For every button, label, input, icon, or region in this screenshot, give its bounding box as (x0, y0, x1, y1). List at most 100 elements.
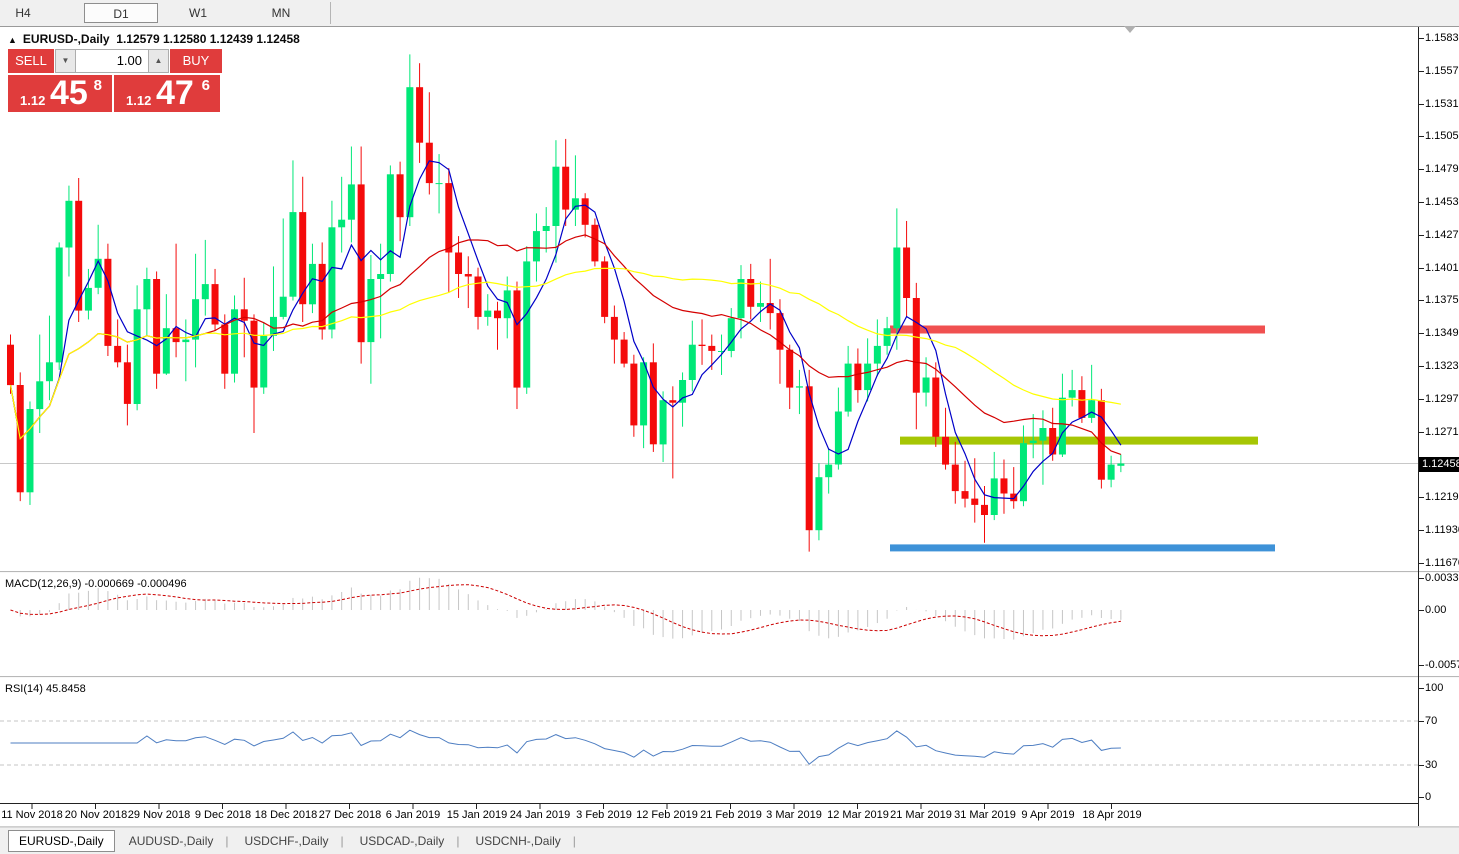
candle-down[interactable] (786, 350, 793, 388)
chart-canvas[interactable] (0, 0, 1459, 854)
candle-down[interactable] (251, 321, 258, 388)
candle-up[interactable] (815, 477, 822, 530)
chart-tab-usdcnh[interactable]: USDCNH-,Daily (465, 831, 570, 851)
candle-up[interactable] (36, 381, 43, 409)
candle-up[interactable] (436, 183, 443, 184)
candle-up[interactable] (679, 380, 686, 403)
candle-up[interactable] (835, 412, 842, 465)
candle-down[interactable] (669, 400, 676, 403)
candle-down[interactable] (114, 346, 121, 362)
candle-down[interactable] (445, 183, 452, 252)
candle-up[interactable] (572, 198, 579, 209)
candle-up[interactable] (923, 378, 930, 393)
candle-up[interactable] (484, 311, 491, 317)
candle-up[interactable] (377, 274, 384, 279)
volume-increase-button[interactable]: ▲ (148, 49, 169, 73)
timeframe-button-mn[interactable]: MN (258, 3, 304, 23)
candle-down[interactable] (971, 499, 978, 505)
candle-up[interactable] (192, 299, 199, 339)
candle-up[interactable] (260, 336, 267, 388)
chart-tab-audusd[interactable]: AUDUSD-,Daily (119, 831, 224, 851)
candle-down[interactable] (358, 184, 365, 342)
candle-down[interactable] (747, 279, 754, 307)
candle-down[interactable] (621, 340, 628, 364)
candle-up[interactable] (143, 279, 150, 309)
candle-down[interactable] (1049, 428, 1056, 455)
candle-down[interactable] (494, 311, 501, 319)
candle-down[interactable] (1078, 390, 1085, 418)
candle-down[interactable] (611, 317, 618, 340)
candle-down[interactable] (1000, 478, 1007, 493)
candle-down[interactable] (562, 167, 569, 210)
candle-up[interactable] (864, 364, 871, 391)
candle-down[interactable] (513, 290, 520, 387)
candle-down[interactable] (416, 87, 423, 143)
timeframe-button-d1[interactable]: D1 (84, 3, 158, 23)
candle-down[interactable] (942, 437, 949, 465)
candle-down[interactable] (241, 309, 248, 320)
candle-down[interactable] (854, 364, 861, 391)
candle-up[interactable] (182, 340, 189, 343)
candle-down[interactable] (582, 198, 589, 225)
candle-up[interactable] (523, 261, 530, 387)
candle-up[interactable] (280, 297, 287, 317)
candle-up[interactable] (309, 264, 316, 304)
macd-pane-divider[interactable] (0, 571, 1459, 573)
candle-up[interactable] (845, 364, 852, 412)
rsi-pane-divider[interactable] (0, 676, 1459, 678)
candle-down[interactable] (426, 143, 433, 183)
candle-up[interactable] (348, 184, 355, 219)
candle-up[interactable] (552, 167, 559, 226)
candle-up[interactable] (1088, 400, 1095, 418)
timeframe-button-w1[interactable]: W1 (180, 3, 216, 23)
candle-down[interactable] (455, 253, 462, 275)
candle-down[interactable] (465, 274, 472, 277)
candle-up[interactable] (95, 259, 102, 288)
volume-input[interactable]: 1.00 (76, 49, 148, 73)
candle-down[interactable] (221, 325, 228, 374)
level-band-support-blue[interactable] (890, 544, 1275, 551)
candle-up[interactable] (738, 279, 745, 318)
candle-up[interactable] (26, 409, 33, 492)
candle-up[interactable] (874, 346, 881, 364)
candle-down[interactable] (591, 225, 598, 262)
candle-down[interactable] (708, 346, 715, 351)
candle-down[interactable] (981, 505, 988, 515)
candle-down[interactable] (124, 362, 131, 404)
candle-up[interactable] (884, 328, 891, 346)
candle-down[interactable] (397, 174, 404, 217)
candle-down[interactable] (952, 465, 959, 492)
candle-up[interactable] (757, 303, 764, 307)
candle-up[interactable] (56, 248, 63, 363)
candle-up[interactable] (689, 345, 696, 380)
candle-up[interactable] (1059, 398, 1066, 455)
candle-up[interactable] (1108, 465, 1115, 480)
candle-up[interactable] (1117, 464, 1124, 466)
chart-shift-marker-icon[interactable] (1124, 26, 1136, 33)
candle-up[interactable] (134, 309, 141, 404)
candle-up[interactable] (1069, 390, 1076, 398)
chart-tab-usdchf[interactable]: USDCHF-,Daily (235, 831, 339, 851)
candle-down[interactable] (699, 345, 706, 346)
candle-down[interactable] (932, 378, 939, 437)
level-band-resistance-red[interactable] (890, 326, 1265, 334)
candle-down[interactable] (650, 362, 657, 444)
candle-down[interactable] (104, 259, 111, 346)
timeframe-button-h4[interactable]: H4 (8, 3, 38, 23)
candle-down[interactable] (806, 386, 813, 530)
candle-up[interactable] (660, 400, 667, 444)
sell-price-display[interactable]: 1.12 45 8 (8, 75, 114, 112)
candle-down[interactable] (903, 248, 910, 299)
candle-down[interactable] (75, 201, 82, 311)
chart-tab-usdcad[interactable]: USDCAD-,Daily (350, 831, 455, 851)
candle-up[interactable] (533, 231, 540, 261)
candle-down[interactable] (319, 264, 326, 330)
candle-up[interactable] (1030, 441, 1037, 444)
candle-down[interactable] (7, 345, 14, 385)
chart-tab-eurusd[interactable]: EURUSD-,Daily (8, 830, 115, 852)
candle-down[interactable] (153, 279, 160, 374)
candle-up[interactable] (825, 465, 832, 478)
candle-up[interactable] (796, 386, 803, 387)
candle-down[interactable] (630, 364, 637, 426)
candle-up[interactable] (893, 248, 900, 329)
